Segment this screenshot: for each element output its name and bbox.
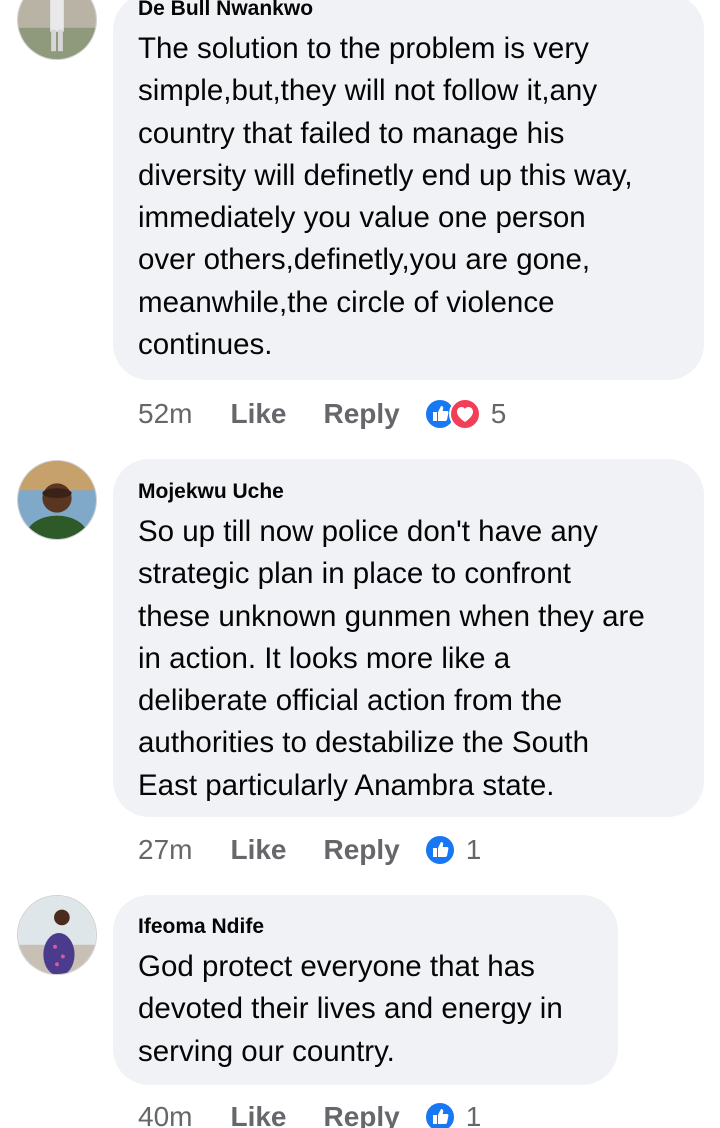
comment-author[interactable]: De Bull Nwankwo (138, 0, 682, 21)
reaction-count: 1 (465, 834, 482, 865)
comment-bubble: Mojekwu Uche So up till now police don't… (113, 459, 704, 817)
reaction-summary[interactable]: 1 (423, 834, 482, 866)
like-button[interactable]: Like (230, 834, 286, 866)
avatar[interactable] (17, 460, 97, 540)
reaction-count: 5 (490, 398, 507, 429)
comment-timestamp[interactable]: 40m (138, 1101, 192, 1128)
comment-text: The solution to the problem is very simp… (138, 32, 633, 362)
avatar[interactable] (17, 895, 97, 975)
avatar[interactable] (17, 0, 97, 60)
comment-actions: 52m Like Reply 5 (138, 394, 506, 434)
comment-bubble: Ifeoma Ndife God protect everyone that h… (113, 895, 618, 1085)
reply-button[interactable]: Reply (324, 398, 400, 430)
like-icon (423, 834, 456, 866)
comment-text: So up till now police don't have any str… (138, 515, 645, 802)
reaction-summary[interactable]: 1 (423, 1101, 482, 1128)
reaction-count: 1 (465, 1101, 482, 1128)
comment-actions: 27m Like Reply 1 (138, 830, 481, 870)
comment-timestamp[interactable]: 27m (138, 834, 192, 866)
comment-bubble: De Bull Nwankwo The solution to the prob… (113, 0, 704, 380)
reply-button[interactable]: Reply (324, 834, 400, 866)
comment-author[interactable]: Ifeoma Ndife (138, 915, 596, 939)
comment-timestamp[interactable]: 52m (138, 398, 192, 430)
reply-button[interactable]: Reply (324, 1101, 400, 1128)
like-icon (423, 1101, 456, 1128)
comment-text: God protect everyone that has devoted th… (138, 950, 563, 1068)
love-icon (448, 398, 481, 430)
comment-actions: 40m Like Reply 1 (138, 1097, 481, 1128)
like-button[interactable]: Like (230, 398, 286, 430)
comment-author[interactable]: Mojekwu Uche (138, 480, 682, 504)
reaction-summary[interactable]: 5 (423, 398, 507, 430)
like-button[interactable]: Like (230, 1101, 286, 1128)
